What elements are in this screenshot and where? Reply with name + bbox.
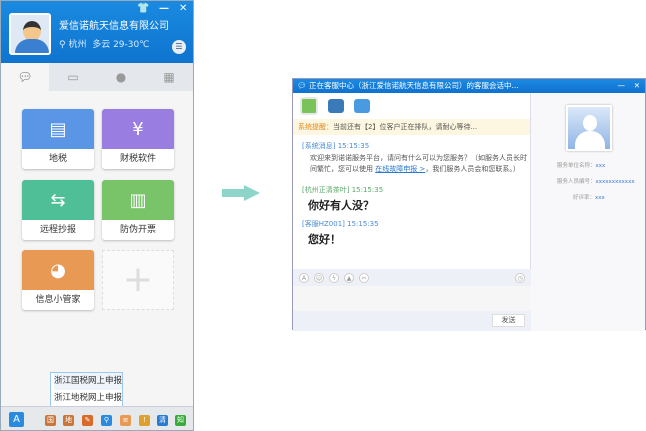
- invoice-printer-icon: ▥: [102, 180, 174, 220]
- chat-icon[interactable]: [300, 97, 318, 115]
- message-customer: [杭州正清茶叶] 15:15:35 你好有人没？: [293, 185, 530, 213]
- chat-toolbar: [293, 93, 530, 119]
- tooltip-item-dishui[interactable]: 浙江地税网上申报: [54, 390, 122, 407]
- system-notice: 系统提醒：当前还有【2】位客户正在排队，请耐心等待...: [293, 119, 530, 135]
- minimize-button[interactable]: —: [618, 79, 626, 93]
- tile-remote-report[interactable]: ⇆ 远程抄报: [22, 180, 94, 240]
- history-icon[interactable]: ◷: [515, 272, 525, 283]
- tile-dishui[interactable]: ▤ 地税: [22, 109, 94, 169]
- notes-icon[interactable]: ≡: [120, 415, 131, 426]
- guoshui-icon[interactable]: 国: [45, 415, 56, 426]
- warning-icon[interactable]: !: [139, 415, 150, 426]
- location: 杭州: [68, 40, 87, 50]
- chat-bubble-icon: 💬︎: [297, 81, 307, 90]
- zhi-icon[interactable]: 知: [175, 415, 186, 426]
- message-text: 您好！: [308, 233, 341, 246]
- font-icon[interactable]: A: [299, 272, 309, 283]
- sender: [客服HZ001]: [302, 220, 345, 228]
- tooltip-item-guoshui[interactable]: 浙江国税网上申报: [54, 373, 122, 390]
- arrow-right-icon: [222, 185, 260, 201]
- message-text: 你好有人没？: [308, 199, 374, 212]
- agent-avatar: [566, 105, 612, 151]
- chat-title-bar: 💬︎ 正在客服中心（浙江爱信诺航天信息有限公司）的客服会话中... — ✕: [293, 79, 645, 93]
- client-panel: 👕 — ✕ 爱信诺航天信息有限公司 ⚲ 杭州 多云 29-30℃ ☰ 💬︎ ▭ …: [0, 0, 194, 431]
- tile-invoice[interactable]: ▥ 防伪开票: [102, 180, 174, 240]
- tax-doc-icon: ▤: [22, 109, 94, 149]
- weather-info: ⚲ 杭州 多云 29-30℃: [59, 37, 149, 50]
- qing-icon[interactable]: 清: [157, 415, 168, 426]
- screenshot-icon[interactable]: ✂: [359, 272, 369, 283]
- remote-desktop-icon[interactable]: [328, 99, 344, 113]
- tile-label: 防伪开票: [119, 225, 156, 235]
- notice-text: 当前还有【2】位客户正在排队，请耐心等待...: [333, 123, 478, 131]
- send-bar: 发送: [293, 311, 531, 331]
- sender: [系统消息]: [302, 142, 336, 150]
- tile-label: 远程抄报: [39, 225, 76, 235]
- transfer-arrows-icon: ⇆: [22, 180, 94, 220]
- tile-label: 财税软件: [119, 154, 156, 164]
- minimize-button[interactable]: —: [159, 3, 169, 14]
- tab-chat[interactable]: 💬︎: [1, 63, 49, 91]
- weather: 多云 29-30℃: [92, 40, 150, 50]
- avatar[interactable]: [9, 13, 51, 55]
- chat-main: 系统提醒：当前还有【2】位客户正在排队，请耐心等待... [系统消息] 15:1…: [293, 93, 531, 331]
- notice-label: 系统提醒：: [298, 123, 333, 131]
- staff-id: 服务人员编号：xxxxxxxxxxxx: [557, 179, 635, 185]
- globe-gear-icon: ◕: [22, 250, 94, 290]
- time: 15:15:35: [337, 142, 370, 150]
- search-icon[interactable]: ⚲: [101, 415, 112, 426]
- rating: 好评率：xxx: [573, 195, 605, 201]
- agent-info-panel: 服务单位名称：xxx 服务人员编号：xxxxxxxxxxxx 好评率：xxx: [531, 93, 645, 331]
- shake-icon[interactable]: ϟ: [329, 272, 339, 283]
- message-system: [系统消息] 15:15:35 欢迎来到诺诺服务平台，请问有什么可以为您服务？（…: [293, 141, 530, 175]
- tab-apps[interactable]: ▦: [145, 63, 193, 91]
- close-button[interactable]: ✕: [634, 79, 640, 93]
- close-button[interactable]: ✕: [179, 3, 187, 14]
- app-logo-icon[interactable]: A: [9, 412, 24, 427]
- dishui-icon[interactable]: 地: [63, 415, 74, 426]
- bottom-toolbar: A 国 地 ✎ ⚲ ≡ ! 清 知: [1, 406, 193, 430]
- emoji-icon[interactable]: ☺: [314, 272, 324, 283]
- tooltip-menu: 浙江国税网上申报 浙江地税网上申报: [50, 372, 123, 407]
- chat-title: 正在客服中心（浙江爱信诺航天信息有限公司）的客服会话中...: [309, 81, 519, 90]
- tab-contacts[interactable]: ●: [97, 63, 145, 91]
- edit-icon[interactable]: ✎: [82, 415, 93, 426]
- yen-wallet-icon: ¥: [102, 109, 174, 149]
- tile-tax-software[interactable]: ¥ 财税软件: [102, 109, 174, 169]
- send-button[interactable]: 发送: [492, 314, 525, 327]
- tile-label: 地税: [48, 154, 67, 164]
- input-toolbar: A ☺ ϟ ▲ ✂ ◷: [293, 269, 531, 286]
- image-icon[interactable]: ▲: [344, 272, 354, 283]
- message-agent: [客服HZ001] 15:15:35 您好！: [293, 219, 530, 247]
- menu-icon[interactable]: ☰: [172, 40, 186, 54]
- time: 15:15:35: [347, 220, 379, 228]
- fault-report-link[interactable]: 在线故障申报 >: [375, 165, 425, 173]
- profile-header: 👕 — ✕ 爱信诺航天信息有限公司 ⚲ 杭州 多云 29-30℃ ☰: [1, 1, 193, 63]
- tab-bar: 💬︎ ▭ ● ▦: [1, 63, 193, 91]
- tile-label: 信息小管家: [35, 295, 81, 305]
- company-name: 爱信诺航天信息有限公司: [59, 21, 169, 32]
- time: 15:15:35: [351, 186, 384, 194]
- unit-name: 服务单位名称：xxx: [557, 163, 606, 169]
- chat-window: 💬︎ 正在客服中心（浙江爱信诺航天信息有限公司）的客服会话中... — ✕ 系统…: [292, 78, 646, 331]
- tab-card[interactable]: ▭: [49, 63, 97, 91]
- sender: [杭州正清茶叶]: [302, 186, 350, 194]
- skin-icon[interactable]: 👕: [137, 3, 149, 14]
- add-tile-button[interactable]: +: [102, 250, 174, 310]
- message-text: ，我们服务人员会和您联系。）: [425, 165, 520, 173]
- tile-info-manager[interactable]: ◕ 信息小管家: [22, 250, 94, 310]
- screen-share-icon[interactable]: [354, 99, 370, 113]
